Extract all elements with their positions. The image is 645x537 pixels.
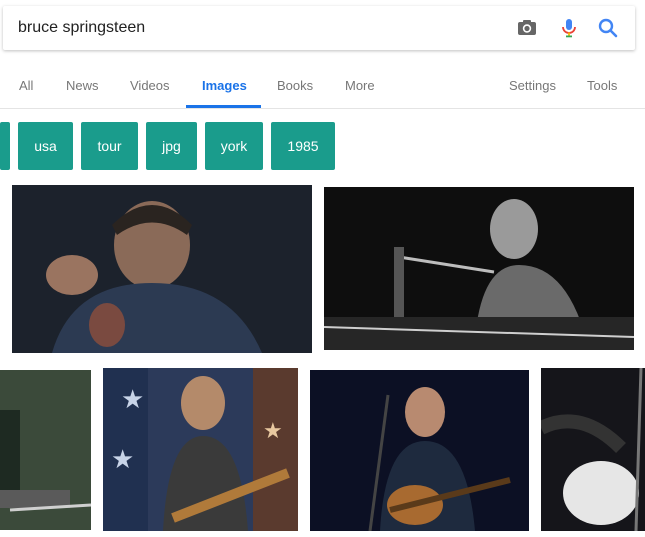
- tab-images[interactable]: Images: [202, 78, 247, 93]
- chip-usa[interactable]: usa: [18, 122, 73, 170]
- chip-partial[interactable]: [0, 122, 10, 170]
- tab-books[interactable]: Books: [277, 78, 313, 93]
- tab-news[interactable]: News: [66, 78, 99, 93]
- search-input[interactable]: bruce springsteen: [18, 19, 145, 37]
- search-box[interactable]: bruce springsteen: [3, 6, 635, 50]
- image-result-1[interactable]: [12, 185, 312, 353]
- image-result-2[interactable]: [324, 187, 634, 350]
- image-result-3[interactable]: [0, 370, 91, 530]
- tab-settings[interactable]: Settings: [509, 78, 556, 93]
- image-result-4[interactable]: ★ ★ ★: [103, 368, 298, 531]
- tab-videos[interactable]: Videos: [130, 78, 170, 93]
- top-bar: bruce springsteen: [0, 0, 645, 58]
- svg-text:★: ★: [111, 445, 134, 475]
- svg-text:★: ★: [121, 385, 144, 415]
- tab-tools[interactable]: Tools: [587, 78, 617, 93]
- tab-all[interactable]: All: [19, 78, 33, 93]
- search-icon[interactable]: [597, 17, 619, 39]
- image-result-6[interactable]: [541, 368, 645, 531]
- search-tabs: All News Videos Images Books More Settin…: [0, 58, 645, 109]
- chip-jpg[interactable]: jpg: [146, 122, 197, 170]
- chip-1985[interactable]: 1985: [271, 122, 335, 170]
- microphone-icon[interactable]: [558, 17, 580, 39]
- chip-tour[interactable]: tour: [81, 122, 138, 170]
- chip-york[interactable]: york: [205, 122, 263, 170]
- active-tab-indicator: [186, 105, 261, 108]
- camera-icon[interactable]: [516, 17, 538, 39]
- image-result-5[interactable]: [310, 370, 529, 531]
- svg-text:★: ★: [263, 419, 283, 444]
- tab-more[interactable]: More: [345, 78, 375, 93]
